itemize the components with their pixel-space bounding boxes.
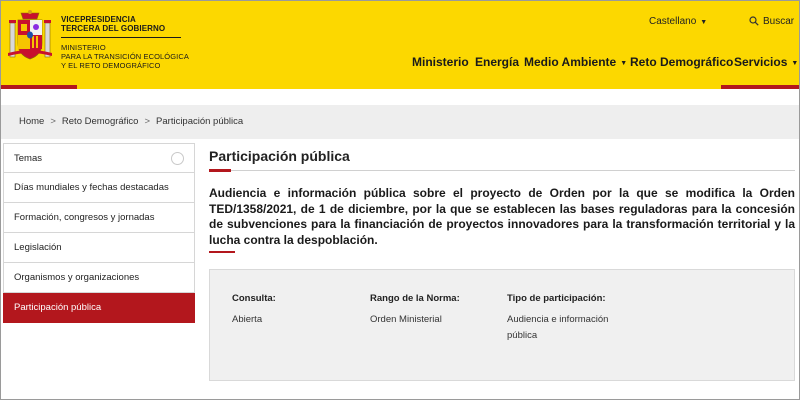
coat-of-arms-logo[interactable] [7, 9, 53, 65]
sidebar-item-legislacion[interactable]: Legislación [3, 233, 195, 263]
ministry-line-1: MINISTERIO [61, 43, 106, 52]
sidebar-item-temas[interactable]: Temas [3, 143, 195, 173]
search-icon [749, 16, 759, 26]
sidebar-item-label: Días mundiales y fechas destacadas [14, 182, 169, 193]
sidebar-item-formacion[interactable]: Formación, congresos y jornadas [3, 203, 195, 233]
header-accent-right [721, 85, 799, 89]
language-selector[interactable]: Castellano ▼ [649, 16, 707, 27]
search-button[interactable]: Buscar [749, 16, 794, 27]
title-divider [209, 170, 795, 171]
sidebar-item-organismos[interactable]: Organismos y organizaciones [3, 263, 195, 293]
sidebar-item-dias-mundiales[interactable]: Días mundiales y fechas destacadas [3, 173, 195, 203]
header-divider [61, 37, 181, 38]
vicepresidency-name: VICEPRESIDENCIA TERCERA DEL GOBIERNO [61, 15, 165, 33]
header-accent-left [1, 85, 77, 89]
nav-label: Energía [475, 55, 520, 69]
ministry-line-2: PARA LA TRANSICIÓN ECOLÓGICA [61, 52, 189, 61]
chevron-down-icon: ▼ [791, 60, 799, 67]
nav-reto-demografico[interactable]: Reto Demográfico [630, 55, 733, 69]
nav-label: Ministerio [412, 55, 469, 69]
sidebar-item-participacion[interactable]: Participación pública [3, 293, 195, 323]
breadcrumb-reto-demografico[interactable]: Reto Demográfico [62, 116, 139, 127]
breadcrumb-separator: > [50, 116, 56, 127]
nav-label: Servicios [734, 55, 788, 69]
language-label: Castellano [649, 16, 697, 27]
breadcrumb-home[interactable]: Home [19, 116, 44, 127]
nav-medio-ambiente[interactable]: Medio Ambiente ▼ [524, 55, 627, 69]
sidebar-item-label: Temas [14, 153, 42, 164]
page-title: Participación pública [209, 148, 350, 164]
tipo-participacion-value: Audiencia e información pública [507, 314, 609, 341]
rango-label: Rango de la Norma: [370, 293, 460, 304]
consulta-label: Consulta: [232, 293, 276, 304]
search-label: Buscar [763, 16, 795, 27]
rango-value: Orden Ministerial [370, 314, 442, 325]
sidebar-item-label: Formación, congresos y jornadas [14, 212, 155, 223]
sidebar-item-label: Legislación [14, 242, 62, 253]
consultation-info-box [209, 269, 795, 381]
breadcrumb-separator: > [144, 116, 151, 127]
ministry-name[interactable]: MINISTERIO PARA LA TRANSICIÓN ECOLÓGICA … [61, 43, 189, 70]
nav-energia[interactable]: Energía [475, 55, 519, 69]
sidebar-menu: Temas Días mundiales y fechas destacadas… [3, 143, 195, 323]
nav-label: Reto Demográfico [630, 55, 734, 69]
tipo-participacion-label: Tipo de participación: [507, 293, 606, 304]
sidebar-item-label: Participación pública [14, 302, 102, 313]
consultation-headline: Audiencia e información pública sobre el… [209, 186, 795, 247]
breadcrumb-current: Participación pública [156, 116, 244, 127]
headline-accent [209, 251, 235, 253]
nav-label: Medio Ambiente [524, 55, 617, 69]
expand-circle-icon[interactable] [171, 152, 184, 165]
nav-servicios[interactable]: Servicios ▼ [734, 55, 798, 69]
consulta-value: Abierta [232, 314, 263, 325]
gov-line-1: VICEPRESIDENCIA [61, 15, 136, 24]
breadcrumb: Home > Reto Demográfico > Participación públ… [19, 116, 243, 127]
title-accent [209, 169, 231, 172]
chevron-down-icon: ▼ [620, 60, 628, 67]
chevron-down-icon: ▼ [700, 19, 708, 26]
page-frame: VICEPRESIDENCIA TERCERA DEL GOBIERNO MIN… [0, 0, 800, 400]
gov-line-2: TERCERA DEL GOBIERNO [61, 24, 166, 33]
sidebar-item-label: Organismos y organizaciones [14, 272, 140, 283]
ministry-line-3: Y EL RETO DEMOGRÁFICO [61, 61, 161, 70]
nav-ministerio[interactable]: Ministerio [412, 55, 469, 69]
